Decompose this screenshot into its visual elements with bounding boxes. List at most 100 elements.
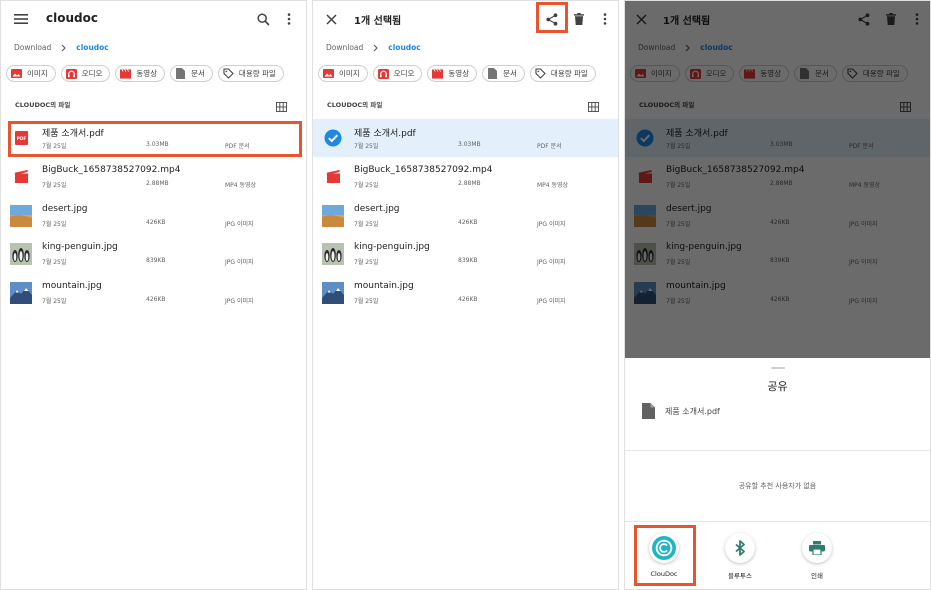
chevron-right-icon xyxy=(373,44,379,51)
file-type: JPG 이미지 xyxy=(225,259,254,267)
file-name: mountain.jpg xyxy=(42,281,102,292)
file-icon xyxy=(642,403,655,419)
file-size: 426KB xyxy=(458,296,478,304)
sheet-drag-handle[interactable] xyxy=(771,367,785,369)
file-date: 7월 25일 xyxy=(354,259,379,267)
no-suggestions-text: 공유할 추천 사용자가 없음 xyxy=(738,482,817,490)
chip-audio[interactable]: 오디오 xyxy=(60,65,111,82)
breadcrumb-parent[interactable]: Download xyxy=(326,43,363,52)
more-options-icon[interactable] xyxy=(596,10,614,28)
chip-document[interactable]: 문서 xyxy=(482,65,525,82)
selection-title: 1개 선택됨 xyxy=(354,16,402,27)
file-type: JPG 이미지 xyxy=(225,220,254,228)
file-name: desert.jpg xyxy=(354,203,400,214)
chip-label: 오디오 xyxy=(393,69,415,78)
share-target-print[interactable]: 인쇄 xyxy=(787,533,847,580)
file-date: 7월 25일 xyxy=(354,181,379,189)
chip-tag[interactable]: 대용량 파일 xyxy=(217,65,284,82)
file-date: 7월 25일 xyxy=(42,220,67,228)
image-icon xyxy=(11,69,22,79)
share-sheet-title: 공유 xyxy=(767,380,788,393)
divider xyxy=(625,521,930,522)
video-file-icon xyxy=(322,166,344,188)
file-size: 3.03MB xyxy=(458,141,481,148)
scrim-overlay[interactable] xyxy=(625,1,930,358)
panel-file-list: cloudoc Download cloudoc 이미지 오디오 동영상 문서 대용량 … xyxy=(0,0,307,590)
chip-document[interactable]: 문서 xyxy=(170,65,213,82)
menu-icon[interactable] xyxy=(12,10,30,28)
checked-icon xyxy=(322,127,344,149)
audio-icon xyxy=(377,68,389,79)
file-row[interactable]: mountain.jpg 7월 25일 426KB JPG 이미지 xyxy=(313,274,618,312)
chip-tag[interactable]: 대용량 파일 xyxy=(529,65,596,82)
top-app-bar: cloudoc xyxy=(1,1,306,37)
panel-selection-mode: 1개 선택됨 Download cloudoc 이미지 오디오 동영상 문서 대용량 파… xyxy=(312,0,619,590)
tag-icon xyxy=(535,68,546,79)
file-name: mountain.jpg xyxy=(354,281,414,292)
file-size: 426KB xyxy=(458,218,478,226)
grid-view-icon[interactable] xyxy=(588,97,599,116)
file-row[interactable]: mountain.jpg 7월 25일 426KB JPG 이미지 xyxy=(1,274,306,312)
video-icon xyxy=(120,68,132,79)
chip-audio[interactable]: 오디오 xyxy=(372,65,423,82)
chip-label: 대용량 파일 xyxy=(550,69,588,78)
file-name: king-penguin.jpg xyxy=(42,242,118,253)
more-options-icon[interactable] xyxy=(280,10,298,28)
file-name: king-penguin.jpg xyxy=(354,242,430,253)
file-row[interactable]: king-penguin.jpg 7월 25일 839KB JPG 이미지 xyxy=(1,235,306,273)
close-icon[interactable] xyxy=(322,10,340,28)
file-type: MP4 동영상 xyxy=(537,181,569,189)
section-title: CLOUDOC의 파일 xyxy=(327,101,383,109)
share-bottom-sheet: 공유 제품 소개서.pdf 공유할 추천 사용자가 없음 ClouDoc 블루투… xyxy=(625,358,930,589)
highlight-first-file xyxy=(8,121,302,157)
file-type: JPG 이미지 xyxy=(537,220,566,228)
image-thumbnail xyxy=(322,282,344,305)
audio-icon xyxy=(65,68,77,79)
chip-image[interactable]: 이미지 xyxy=(318,65,368,82)
file-row[interactable]: 제품 소개서.pdf 7월 25일 3.03MB PDF 문서 xyxy=(313,119,618,157)
panel-share-sheet: 1개 선택됨 Download cloudoc 이미지오디오동영상문서대용량 파… xyxy=(624,0,931,590)
file-row[interactable]: BigBuck_1658738527092.mp4 7월 25일 2.88MB MP4… xyxy=(1,158,306,196)
file-row[interactable]: desert.jpg 7월 25일 426KB JPG 이미지 xyxy=(313,197,618,235)
image-thumbnail xyxy=(10,282,32,305)
chip-label: 이미지 xyxy=(339,69,360,78)
file-date: 7월 25일 xyxy=(354,220,379,228)
delete-icon[interactable] xyxy=(570,10,588,28)
image-thumbnail xyxy=(322,204,344,227)
highlight-cloudoc-target xyxy=(634,525,696,586)
breadcrumb-parent[interactable]: Download xyxy=(14,43,51,52)
file-date: 7월 25일 xyxy=(42,298,67,306)
shared-file-name: 제품 소개서.pdf xyxy=(665,406,720,416)
chip-label: 오디오 xyxy=(81,69,103,78)
breadcrumb: Download cloudoc xyxy=(326,43,421,52)
file-row[interactable]: BigBuck_1658738527092.mp4 7월 25일 2.88MB MP4… xyxy=(313,158,618,196)
file-type: JPG 이미지 xyxy=(537,259,566,267)
document-icon xyxy=(487,68,498,79)
app-title: cloudoc xyxy=(46,11,98,25)
chip-video[interactable]: 동영상 xyxy=(427,65,478,82)
share-target-label: 인쇄 xyxy=(811,572,823,580)
section-title: CLOUDOC의 파일 xyxy=(15,101,71,109)
print-icon xyxy=(802,533,832,563)
breadcrumb: Download cloudoc xyxy=(14,43,109,52)
chevron-right-icon xyxy=(61,44,67,51)
tutorial-screenshot: cloudoc Download cloudoc 이미지 오디오 동영상 문서 대용량 … xyxy=(0,0,931,590)
file-type: PDF 문서 xyxy=(537,143,562,150)
search-icon[interactable] xyxy=(254,10,272,28)
grid-view-icon[interactable] xyxy=(276,97,287,116)
file-row[interactable]: desert.jpg 7월 25일 426KB JPG 이미지 xyxy=(1,197,306,235)
share-target-bluetooth[interactable]: 블루투스 xyxy=(710,533,770,580)
video-file-icon xyxy=(10,166,32,188)
chip-video[interactable]: 동영상 xyxy=(115,65,166,82)
share-target-label: 블루투스 xyxy=(728,572,752,580)
chip-image[interactable]: 이미지 xyxy=(6,65,56,82)
file-size: 839KB xyxy=(146,257,166,265)
chip-label: 대용량 파일 xyxy=(238,69,276,78)
bluetooth-icon xyxy=(725,533,755,563)
file-row[interactable]: king-penguin.jpg 7월 25일 839KB JPG 이미지 xyxy=(313,235,618,273)
tag-icon xyxy=(223,68,234,79)
image-thumbnail xyxy=(10,204,32,227)
file-type: MP4 동영상 xyxy=(225,181,257,189)
breadcrumb-current: cloudoc xyxy=(76,43,109,52)
breadcrumb-current: cloudoc xyxy=(388,43,421,52)
